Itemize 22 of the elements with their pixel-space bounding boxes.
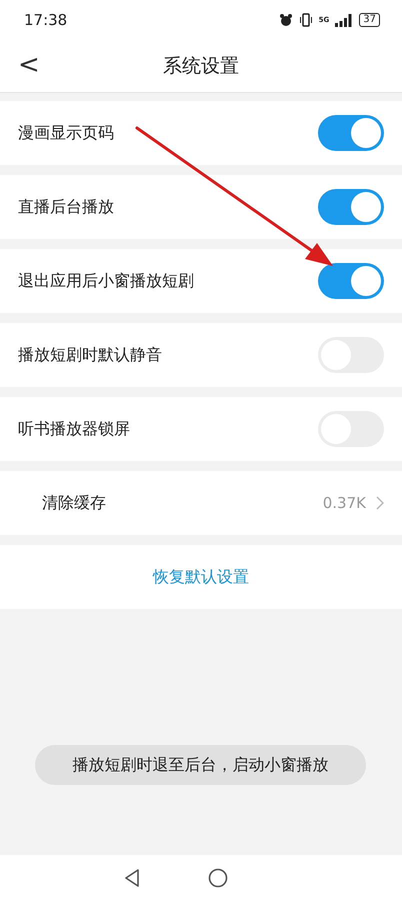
toggle-switch[interactable] [318, 115, 384, 151]
setting-label: 清除缓存 [41, 492, 106, 514]
setting-label: 听书播放器锁屏 [18, 418, 130, 440]
battery-level: 37 [359, 13, 380, 27]
back-triangle-icon[interactable] [124, 868, 140, 886]
setting-label: 直播后台播放 [18, 196, 114, 218]
setting-label: 退出应用后小窗播放短剧 [18, 270, 194, 292]
toggle-switch[interactable] [318, 189, 384, 225]
alarm-icon [278, 13, 293, 27]
toggle-switch[interactable] [318, 263, 384, 299]
setting-label: 漫画显示页码 [18, 122, 114, 144]
back-button[interactable]: < [14, 52, 44, 78]
signal-icon [335, 14, 354, 26]
setting-label: 播放短剧时默认静音 [18, 344, 162, 366]
chevron-right-icon [376, 496, 384, 510]
setting-row[interactable]: 清除缓存 0.37K [0, 471, 402, 535]
home-circle-icon[interactable] [208, 868, 228, 888]
vibrate-icon [298, 13, 313, 27]
toast-message: 播放短剧时退至后台，启动小窗播放 [35, 745, 366, 785]
page-title: 系统设置 [163, 54, 239, 79]
cache-size: 0.37K [322, 494, 366, 512]
status-time: 17:38 [24, 11, 68, 29]
